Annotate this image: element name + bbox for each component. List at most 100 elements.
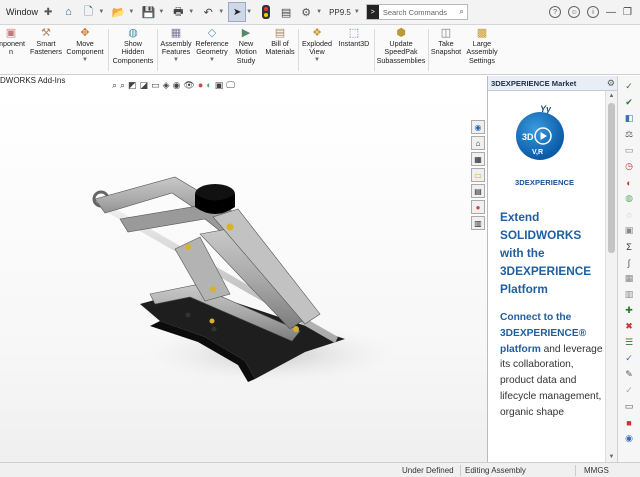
design-checker-icon[interactable]: ▣ xyxy=(622,224,636,237)
tab-3dexperience[interactable]: ◉ xyxy=(471,120,485,134)
grid-icon[interactable]: ▦ xyxy=(622,272,636,285)
view-orientation-icon[interactable]: ◈ xyxy=(163,80,170,91)
display-style-icon[interactable]: ◉ xyxy=(173,80,181,91)
minimize-icon[interactable]: — xyxy=(606,7,616,18)
tick-icon[interactable]: ✓ xyxy=(622,384,636,397)
help-icon[interactable]: ? xyxy=(549,6,562,18)
smart-fasteners-button[interactable]: ⚒ Smart Fasteners xyxy=(29,26,63,57)
list-icon[interactable]: ☰ xyxy=(622,336,636,349)
scroll-up-icon[interactable]: ▲ xyxy=(606,91,617,101)
home-icon[interactable]: ⌂ xyxy=(59,3,77,21)
logo-3d-text: 3D xyxy=(522,132,534,142)
chevron-down-icon[interactable]: ▼ xyxy=(218,9,224,15)
check-list-icon[interactable]: ✓ xyxy=(622,352,636,365)
save-icon[interactable]: 💾 xyxy=(139,3,157,21)
move-component-button[interactable]: ✥ Move Component ▼ xyxy=(65,26,105,63)
rebuild-traffic-light-icon[interactable] xyxy=(262,5,271,19)
view-settings-icon[interactable]: ▣ xyxy=(215,80,224,91)
window-menu[interactable]: Window xyxy=(0,7,44,17)
info-icon[interactable]: i xyxy=(587,6,600,18)
units-selector[interactable]: MMGS xyxy=(584,466,609,475)
chevron-down-icon[interactable]: ▼ xyxy=(128,9,134,15)
zoom-area-icon[interactable]: ⌕ xyxy=(120,80,125,91)
reference-geometry-button[interactable]: ◇ Reference Geometry ▼ xyxy=(194,26,230,63)
display-monitor-icon[interactable]: 🖵 xyxy=(226,80,235,91)
equations-icon[interactable]: ∫ xyxy=(622,256,636,269)
search-icon[interactable]: ⌕ xyxy=(459,7,466,17)
update-speedpak-button[interactable]: ⬢ Update SpeedPak Subassemblies xyxy=(375,26,427,65)
open-folder-icon[interactable]: 📂 xyxy=(109,3,127,21)
previous-view-icon[interactable]: ◩ xyxy=(128,80,137,91)
show-hidden-components-button[interactable]: ◍ Show Hidden Components xyxy=(111,26,155,65)
chevron-down-icon[interactable]: ▼ xyxy=(246,9,252,15)
tab-custom-properties[interactable]: ▥ xyxy=(471,216,485,230)
chevron-down-icon[interactable]: ▼ xyxy=(209,57,215,63)
chevron-down-icon[interactable]: ▼ xyxy=(158,9,164,15)
take-snapshot-button[interactable]: ◫ Take Snapshot xyxy=(428,26,464,57)
zoom-to-fit-icon[interactable]: ⌕ xyxy=(112,80,117,91)
tab-solidworks-add-ins[interactable]: DWORKS Add-Ins xyxy=(0,76,120,89)
new-motion-study-button[interactable]: ▶ New Motion Study xyxy=(232,26,260,65)
costing-icon[interactable]: ◍ xyxy=(622,192,636,205)
user-icon[interactable]: ☺ xyxy=(568,6,581,18)
tools-icon[interactable]: ✚ xyxy=(622,304,636,317)
scissor-jack-model[interactable] xyxy=(0,89,487,462)
check-icon[interactable]: ✔ xyxy=(622,96,636,109)
promo-body: Connect to the 3DEXPERIENCE® platform an… xyxy=(500,310,608,421)
pin-icon[interactable]: ✚ xyxy=(44,7,52,18)
color-icon[interactable]: ◐ xyxy=(622,176,636,189)
tab-solidworks-resources[interactable]: ⌂ xyxy=(471,136,485,150)
globe-icon[interactable]: ◉ xyxy=(622,432,636,445)
large-assembly-settings-button[interactable]: ▩ Large Assembly Settings xyxy=(464,26,500,65)
options-gear-icon[interactable]: ⚙ xyxy=(297,3,315,21)
file-properties-icon[interactable]: ▤ xyxy=(277,3,295,21)
tab-view-palette[interactable]: ▤ xyxy=(471,184,485,198)
sum-icon[interactable]: Σ xyxy=(622,240,636,253)
chevron-down-icon[interactable]: ▼ xyxy=(316,9,322,15)
gear-icon[interactable]: ⚙ xyxy=(607,78,617,89)
component-button[interactable]: ▣ mponent n xyxy=(0,26,25,57)
chart-icon[interactable]: ▥ xyxy=(622,288,636,301)
mass-properties-icon[interactable]: ⚖ xyxy=(622,128,636,141)
pencil-icon[interactable]: ✎ xyxy=(622,368,636,381)
search-input[interactable]: Search Commands xyxy=(379,8,460,17)
chevron-down-icon[interactable]: ▼ xyxy=(314,57,320,63)
tab-appearances[interactable]: ● xyxy=(471,200,485,214)
task-pane-scrollbar[interactable]: ▲ ▼ xyxy=(605,91,617,462)
select-arrow-button[interactable]: ➤ xyxy=(228,2,247,22)
measure-icon[interactable]: ▭ xyxy=(622,144,636,157)
jack-pin xyxy=(210,286,216,292)
pp-label[interactable]: PP9.5 xyxy=(329,8,351,17)
search-commands-field[interactable]: > Search Commands ⌕ xyxy=(365,4,468,20)
instant3d-button[interactable]: ⬚ Instant3D xyxy=(335,26,373,48)
delete-icon[interactable]: ✖ xyxy=(622,320,636,333)
open-icon[interactable]: ▭ xyxy=(622,400,636,413)
tab-design-library[interactable]: ▦ xyxy=(471,152,485,166)
stop-icon[interactable]: ■ xyxy=(622,416,636,429)
bill-of-materials-button[interactable]: ▤ Bill of Materials xyxy=(263,26,297,57)
graphics-viewport[interactable] xyxy=(0,89,487,462)
exploded-view-button[interactable]: ❖ Exploded View ▼ xyxy=(299,26,335,63)
dynamic-annotation-icon[interactable]: ▭ xyxy=(151,80,160,91)
chevron-down-icon[interactable]: ▼ xyxy=(98,9,104,15)
scroll-down-icon[interactable]: ▼ xyxy=(606,452,617,462)
performance-icon[interactable]: ◷ xyxy=(622,160,636,173)
print-icon[interactable]: 🖶 xyxy=(169,3,187,21)
section-view-icon[interactable]: ◪ xyxy=(140,80,149,91)
chevron-down-icon[interactable]: ▼ xyxy=(173,57,179,63)
assembly-features-button[interactable]: ▦ Assembly Features ▼ xyxy=(158,26,194,63)
hide-show-icon[interactable]: 👁 xyxy=(183,80,194,91)
chevron-down-icon[interactable]: ▼ xyxy=(188,9,194,15)
spell-check-icon[interactable]: ✓ xyxy=(622,80,636,93)
simulation-icon[interactable]: ◌ xyxy=(622,208,636,221)
undo-icon[interactable]: ↶ xyxy=(199,3,217,21)
chevron-down-icon[interactable]: ▼ xyxy=(82,57,88,63)
scroll-thumb[interactable] xyxy=(608,103,615,253)
new-file-icon[interactable]: 🗋 xyxy=(79,3,97,21)
chevron-down-icon[interactable]: ▼ xyxy=(354,9,360,15)
apply-scene-icon[interactable]: ◐ xyxy=(206,80,211,90)
restore-icon[interactable]: ❐ xyxy=(623,7,632,18)
clash-detection-icon[interactable]: ◧ xyxy=(622,112,636,125)
edit-appearance-icon[interactable]: ● xyxy=(198,80,203,90)
tab-file-explorer[interactable]: ▭ xyxy=(471,168,485,182)
